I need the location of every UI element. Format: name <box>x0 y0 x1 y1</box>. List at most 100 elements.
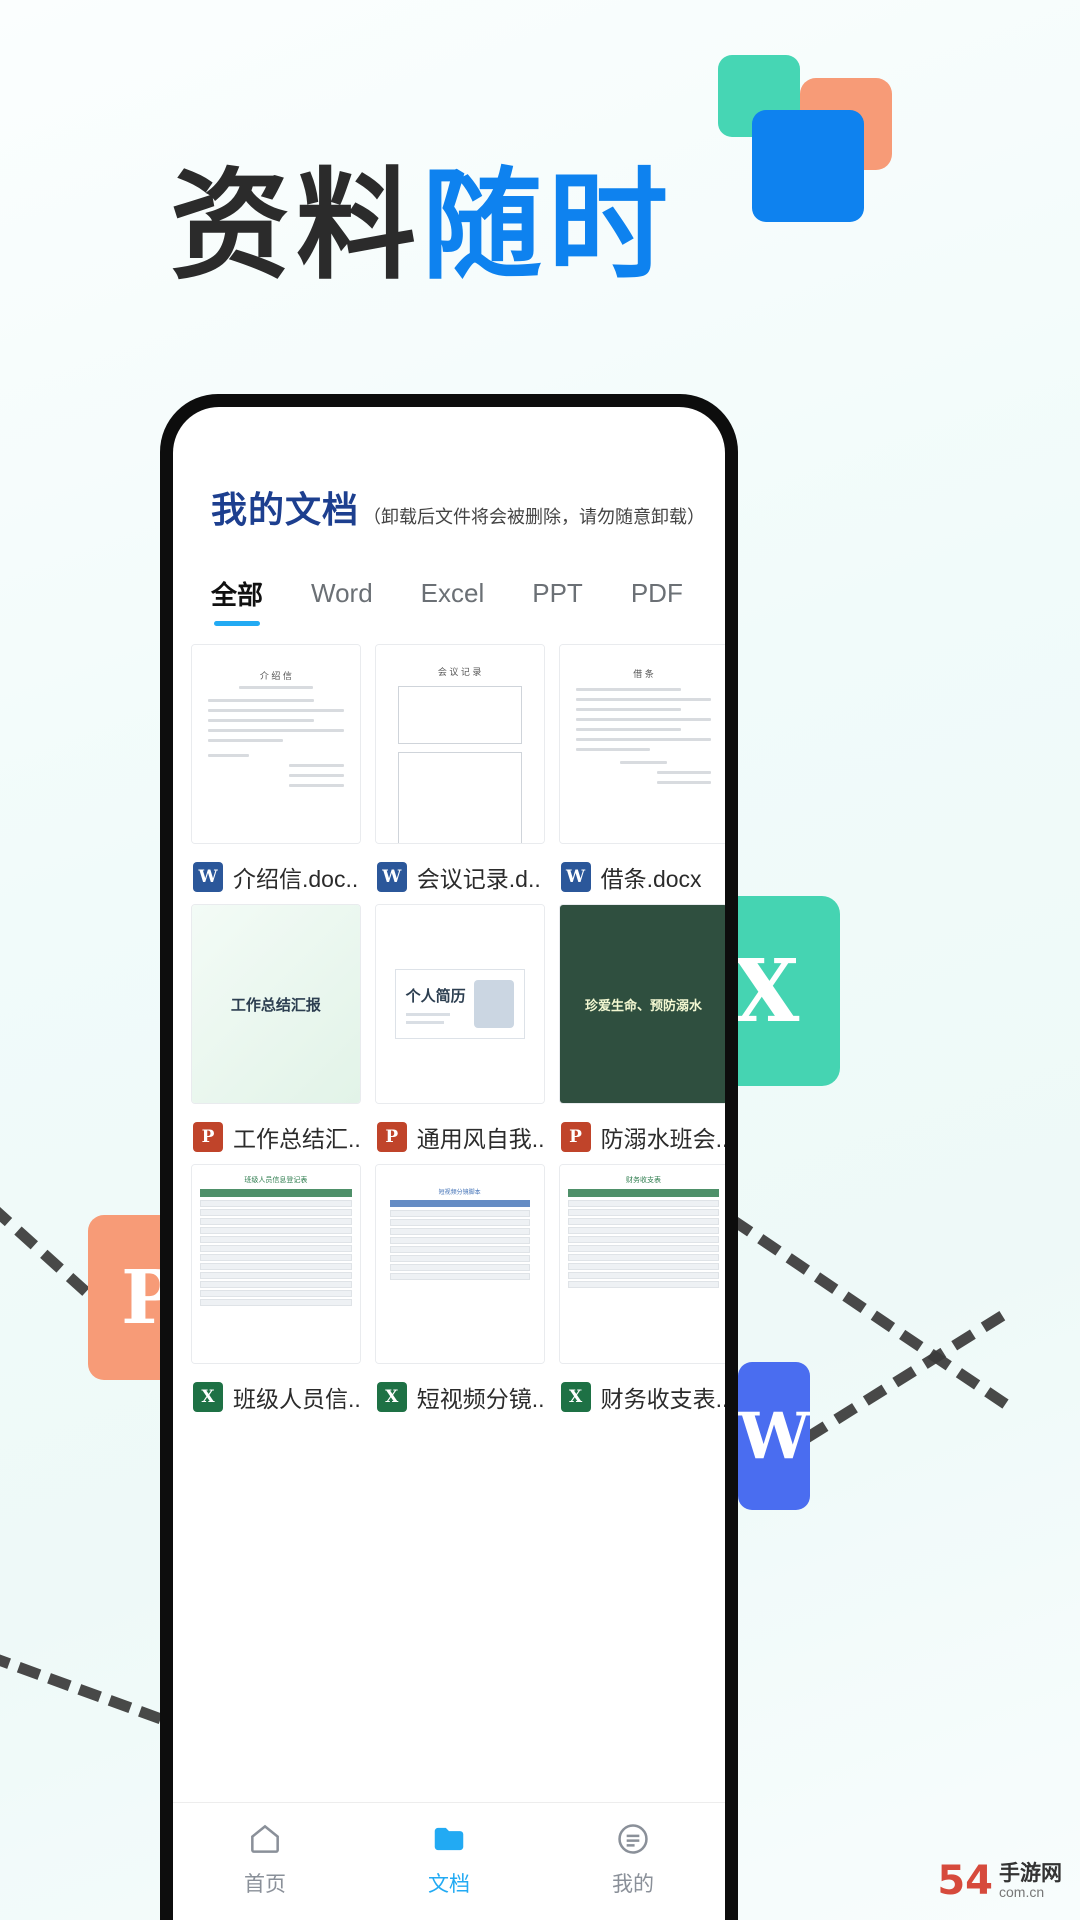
file-thumbnail[interactable]: 个人简历 <box>374 904 545 1104</box>
filter-tabs: 全部 Word Excel PPT PDF <box>173 533 725 626</box>
file-row[interactable]: W 会议记录.d.. <box>375 844 545 894</box>
tab-word[interactable]: Word <box>311 578 373 623</box>
file-row[interactable]: P 工作总结汇.. <box>191 1104 361 1154</box>
file-name: 借条.docx <box>600 866 702 892</box>
thumb-title: 短视频分镜脚本 <box>438 1190 481 1196</box>
file-row[interactable]: W 介绍信.doc.. <box>191 844 361 894</box>
file-thumbnail[interactable]: 短视频分镜脚本 <box>374 1164 545 1364</box>
file-name: 班级人员信.. <box>233 1386 361 1412</box>
word-file-icon: W <box>193 862 223 892</box>
excel-file-icon: X <box>560 1382 591 1412</box>
document-icon <box>434 1827 464 1850</box>
home-icon <box>251 1824 279 1853</box>
watermark: 54 手游网 com.cn <box>937 1858 1062 1904</box>
file-thumbnail[interactable]: 珍爱生命、预防溺水 <box>558 904 725 1104</box>
list-item[interactable]: 借 条 W 借条.docx <box>555 644 725 904</box>
thumb-title: 个人简历 <box>405 987 466 1005</box>
file-name: 工作总结汇.. <box>233 1126 361 1152</box>
file-name: 通用风自我.. <box>416 1126 545 1152</box>
word-tile: W <box>738 1362 810 1510</box>
nav-item-profile[interactable]: 我的 <box>542 1820 724 1898</box>
powerpoint-file-icon: P <box>193 1122 223 1152</box>
spreadsheet-preview: 财务收支表 <box>559 1165 725 1363</box>
watermark-line2: com.cn <box>999 1883 1045 1900</box>
word-file-icon: W <box>560 862 591 892</box>
watermark-number: 54 <box>937 1858 993 1904</box>
nav-item-documents[interactable]: 文档 <box>358 1820 540 1898</box>
tab-ppt[interactable]: PPT <box>532 578 583 623</box>
nav-item-home[interactable]: 首页 <box>174 1820 356 1898</box>
excel-tile-label: X <box>732 940 800 1042</box>
list-item[interactable]: 珍爱生命、预防溺水 P 防溺水班会.. <box>555 904 725 1164</box>
thumb-title: 工作总结汇报 <box>230 996 321 1014</box>
tab-excel[interactable]: Excel <box>421 578 485 623</box>
list-item[interactable]: 财务收支表 X 财务收支表.. <box>555 1164 725 1424</box>
profile-icon <box>618 1823 648 1854</box>
powerpoint-file-icon: P <box>560 1122 591 1152</box>
thumb-title: 财务收支表 <box>625 1177 661 1184</box>
file-name: 财务收支表.. <box>600 1386 725 1412</box>
document-preview: 会 议 记 录 <box>375 645 544 843</box>
documents-header: 我的文档 （卸载后文件将会被删除，请勿随意卸载） <box>173 407 725 533</box>
tab-excel-label: Excel <box>420 578 485 608</box>
excel-file-icon: X <box>376 1382 407 1412</box>
tab-ppt-label: PPT <box>532 578 583 608</box>
file-grid: 介 绍 信 W 介绍信.doc.. 会 议 记 录 W 会议记录.d.. 借 条… <box>173 626 725 1424</box>
phone-mockup: 我的文档 （卸载后文件将会被删除，请勿随意卸载） 全部 Word Excel P… <box>160 394 738 1920</box>
file-row[interactable]: X 班级人员信.. <box>191 1364 361 1414</box>
spreadsheet-preview: 班级人员信息登记表 <box>192 1165 360 1363</box>
file-row[interactable]: W 借条.docx <box>559 844 725 894</box>
spreadsheet-preview: 短视频分镜脚本 <box>375 1165 544 1363</box>
tab-all[interactable]: 全部 <box>211 575 263 626</box>
page-headline: 资料随时 <box>170 128 674 302</box>
uninstall-warning-note: （卸载后文件将会被删除，请勿随意卸载） <box>363 507 706 527</box>
list-item[interactable]: 个人简历 P 通用风自我.. <box>371 904 549 1164</box>
phone-screen: 我的文档 （卸载后文件将会被删除，请勿随意卸载） 全部 Word Excel P… <box>173 407 725 1920</box>
file-row[interactable]: P 防溺水班会.. <box>559 1104 725 1154</box>
slide-preview: 工作总结汇报 <box>192 905 360 1103</box>
file-thumbnail[interactable]: 班级人员信息登记表 <box>191 1164 361 1364</box>
list-item[interactable]: 介 绍 信 W 介绍信.doc.. <box>187 644 365 904</box>
word-file-icon: W <box>376 862 407 892</box>
file-row[interactable]: X 财务收支表.. <box>559 1364 725 1414</box>
headline-part-2: 随时 <box>422 157 674 296</box>
slide-preview: 个人简历 <box>375 905 544 1103</box>
document-preview: 借 条 <box>559 645 725 843</box>
file-row[interactable]: P 通用风自我.. <box>375 1104 545 1154</box>
file-name: 会议记录.d.. <box>416 866 541 892</box>
thumb-title: 会 议 记 录 <box>437 667 482 677</box>
nav-label-documents: 文档 <box>428 1872 470 1896</box>
headline-part-1: 资料 <box>170 157 422 296</box>
decorative-square-blue <box>752 110 864 222</box>
thumb-title: 珍爱生命、预防溺水 <box>584 997 702 1013</box>
bottom-navigation: 首页 文档 我的 <box>173 1802 725 1920</box>
nav-label-home: 首页 <box>244 1872 286 1896</box>
file-thumbnail[interactable]: 财务收支表 <box>558 1164 725 1364</box>
slide-preview: 珍爱生命、预防溺水 <box>559 905 725 1103</box>
list-item[interactable]: 班级人员信息登记表 X 班级人员信.. <box>187 1164 365 1424</box>
list-item[interactable]: 短视频分镜脚本 X 短视频分镜.. <box>371 1164 549 1424</box>
file-thumbnail[interactable]: 工作总结汇报 <box>191 904 361 1104</box>
list-item[interactable]: 会 议 记 录 W 会议记录.d.. <box>371 644 549 904</box>
tab-pdf-label: PDF <box>630 578 683 608</box>
file-row[interactable]: X 短视频分镜.. <box>375 1364 545 1414</box>
excel-file-icon: X <box>193 1382 223 1412</box>
list-item[interactable]: 工作总结汇报 P 工作总结汇.. <box>187 904 365 1164</box>
file-name: 介绍信.doc.. <box>233 866 359 892</box>
tab-pdf[interactable]: PDF <box>631 578 683 623</box>
nav-label-profile: 我的 <box>612 1872 654 1896</box>
powerpoint-file-icon: P <box>376 1122 407 1152</box>
tab-word-label: Word <box>311 578 373 608</box>
tab-all-label: 全部 <box>211 580 264 610</box>
document-preview: 介 绍 信 <box>192 645 360 843</box>
file-name: 防溺水班会.. <box>600 1126 725 1152</box>
thumb-title: 班级人员信息登记表 <box>244 1177 308 1184</box>
page-title: 我的文档 <box>211 489 360 530</box>
file-thumbnail[interactable]: 会 议 记 录 <box>374 644 545 844</box>
watermark-line1: 手游网 <box>999 1861 1062 1885</box>
file-name: 短视频分镜.. <box>416 1386 545 1412</box>
thumb-title: 借 条 <box>633 669 654 679</box>
file-thumbnail[interactable]: 介 绍 信 <box>191 644 361 844</box>
file-thumbnail[interactable]: 借 条 <box>558 644 725 844</box>
word-tile-label: W <box>738 1398 810 1474</box>
